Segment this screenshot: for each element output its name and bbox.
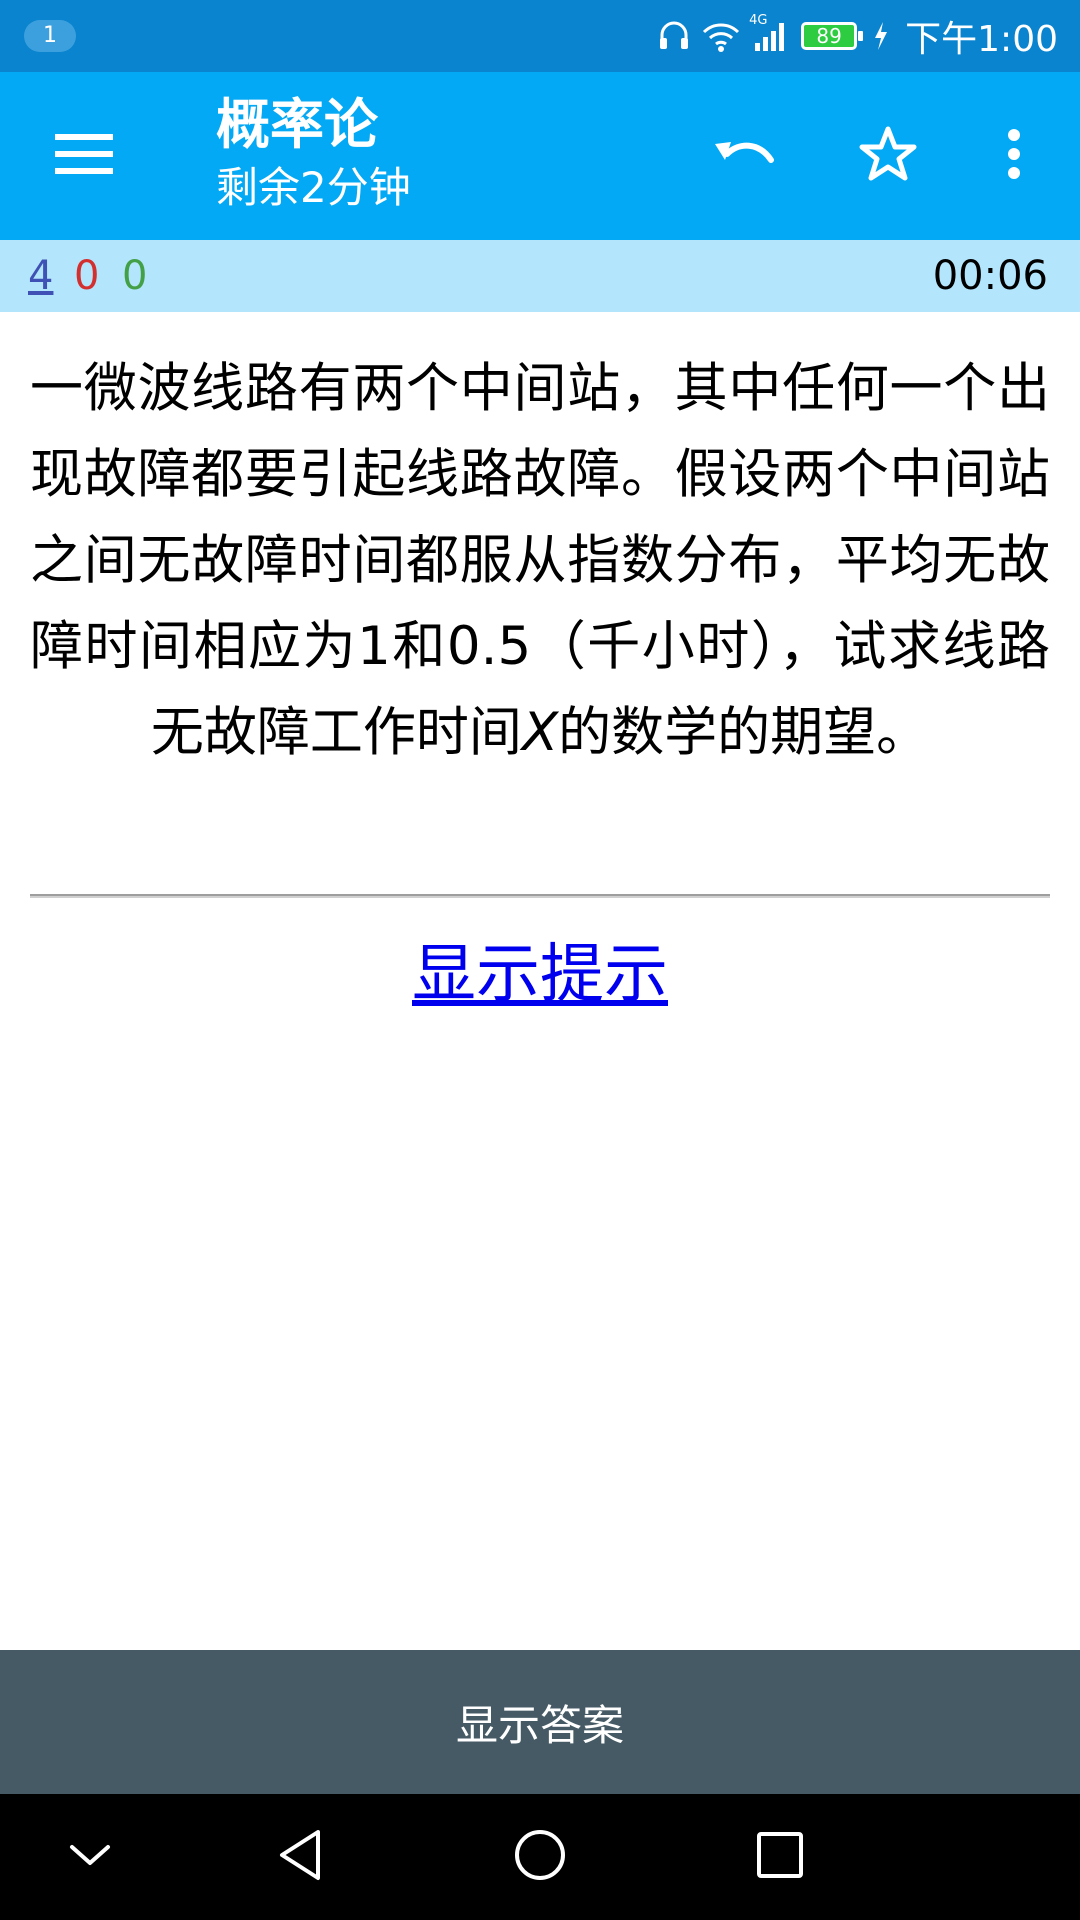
back-triangle-icon (276, 1828, 324, 1886)
battery-level: 89 (816, 24, 842, 48)
clock: 下午1:00 (905, 19, 1058, 60)
chevron-down-icon (68, 1841, 112, 1873)
home-button[interactable] (500, 1817, 580, 1897)
recents-button[interactable] (740, 1817, 820, 1897)
time-remaining: 剩余2分钟 (216, 163, 411, 212)
system-nav-bar (0, 1794, 1080, 1920)
status-icons: 4G 89 下午1:00 (657, 0, 1058, 72)
elapsed-timer: 00:06 (932, 253, 1048, 299)
undo-icon (711, 132, 777, 180)
menu-button[interactable] (40, 116, 128, 196)
network-type-label: 4G (749, 13, 768, 28)
show-hint-link[interactable]: 显示提示 (0, 930, 1080, 1020)
app-toolbar: 概率论 剩余2分钟 (0, 72, 1080, 240)
notification-count-badge: 1 (24, 20, 76, 52)
title-block: 概率论 剩余2分钟 (216, 90, 411, 216)
question-text-after: 的数学的期望。 (558, 702, 930, 763)
correct-count: 0 (122, 253, 148, 299)
menu-icon (55, 132, 113, 180)
show-answer-label: 显示答案 (455, 1700, 624, 1750)
undo-button[interactable] (704, 116, 784, 196)
more-options-button[interactable] (974, 116, 1054, 196)
question-variable: X (521, 702, 559, 763)
divider (30, 894, 1050, 898)
headset-icon (657, 19, 691, 53)
page-title: 概率论 (216, 93, 378, 156)
show-answer-button[interactable]: 显示答案 (0, 1650, 1080, 1794)
star-outline-icon (858, 125, 918, 187)
battery-icon: 89 (801, 22, 864, 50)
hide-nav-button[interactable] (50, 1817, 130, 1897)
more-vert-icon (1007, 128, 1021, 184)
back-button[interactable] (260, 1817, 340, 1897)
question-text: 一微波线路有两个中间站，其中任何一个出现故障都要引起线路故障。假设两个中间站之间… (30, 346, 1050, 776)
wrong-count: 0 (74, 253, 100, 299)
signal-icon: 4G (749, 13, 791, 53)
wifi-icon (701, 19, 741, 53)
status-bar: 1 4G 89 下午1:00 (0, 0, 1080, 72)
recents-square-icon (755, 1830, 805, 1884)
score-bar: 4 0 0 00:06 (0, 240, 1080, 312)
charging-icon (873, 21, 889, 51)
favorite-button[interactable] (848, 116, 928, 196)
total-count-link[interactable]: 4 (28, 252, 53, 300)
home-circle-icon (513, 1828, 567, 1886)
